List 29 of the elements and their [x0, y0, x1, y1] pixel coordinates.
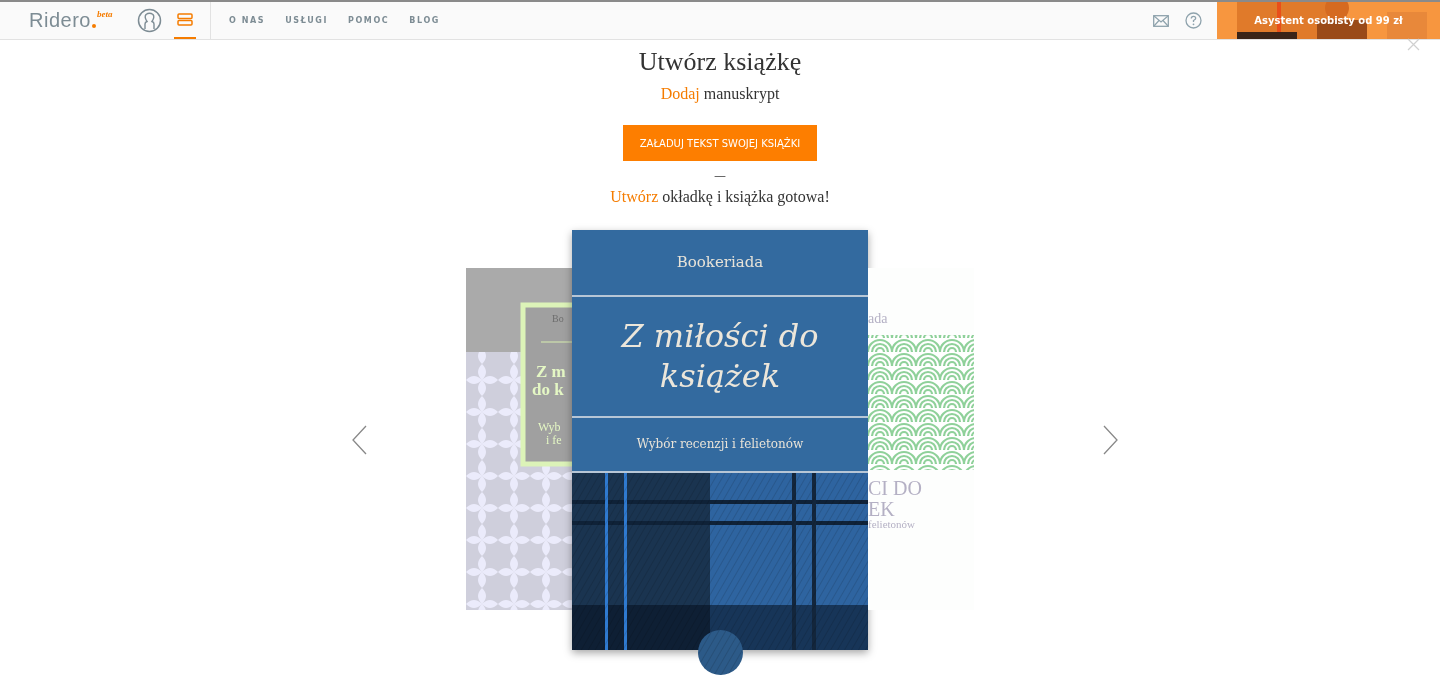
cover-text: EK: [868, 499, 895, 519]
mail-icon[interactable]: [1153, 14, 1169, 27]
cover-publisher: Bookeriada: [676, 253, 764, 272]
promo-banner[interactable]: Asystent osobisty od 99 zł: [1217, 2, 1440, 39]
user-icon[interactable]: [137, 8, 162, 33]
cover-title: Z miłości do książek: [619, 316, 820, 397]
beta-label: beta: [96, 9, 113, 19]
cover-text: ada: [868, 312, 888, 326]
book-cover[interactable]: Bookeriada Z miłości do książek Wybór recenzji i felietonów: [572, 230, 868, 650]
step-text: Dodaj manuskrypt: [660, 85, 780, 103]
help-icon[interactable]: [1185, 12, 1202, 29]
cover-subtitle: Wybór recenzji i felietonów: [636, 437, 804, 452]
cover-text: CI DO: [868, 478, 922, 498]
nav-link[interactable]: POMOC: [348, 16, 390, 25]
nav-link[interactable]: BLOG: [409, 16, 440, 25]
cover-text: felietonów: [868, 519, 916, 530]
cover-text: Z m: [536, 363, 566, 380]
separator-text: —: [714, 170, 726, 182]
page-title: Utwórz książkę: [638, 47, 802, 77]
logo-text: Ridero: [29, 9, 91, 32]
nav-link[interactable]: O NAS: [229, 16, 266, 25]
cover-text: Wyb: [538, 421, 561, 433]
step-text: Utwórz okładkę i książka gotowa!: [610, 188, 830, 206]
upload-button[interactable]: ZAŁADUJ TEKST SWOJEJ KSIĄŻKI: [623, 125, 817, 161]
logo-dot: [91, 24, 96, 28]
close-icon[interactable]: [1407, 36, 1420, 49]
cover-text: do k: [532, 381, 564, 398]
cover-text: i fe: [546, 434, 562, 446]
nav-link[interactable]: USŁUGI: [285, 16, 328, 25]
